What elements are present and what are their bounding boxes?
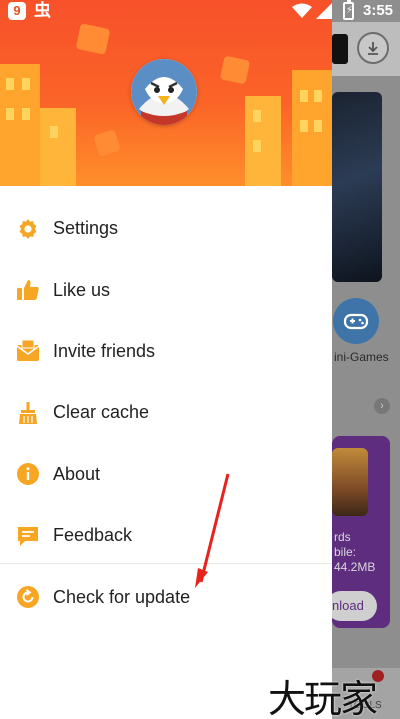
menu-item-label: Clear cache — [53, 402, 150, 423]
thumbs-up-icon — [16, 278, 40, 302]
gear-icon — [16, 217, 40, 241]
battery-icon: ⚡ — [343, 0, 354, 20]
menu-item-label: Like us — [53, 279, 111, 300]
promo-text: rds bile: 44.2MB — [334, 530, 376, 574]
menu-item-check-for-update[interactable]: Check for update — [0, 566, 332, 627]
menu-item-label: Check for update — [53, 586, 191, 607]
menu-divider — [0, 563, 332, 564]
envelope-icon — [16, 339, 40, 363]
menu-item-invite-friends[interactable]: Invite friends — [0, 321, 332, 382]
bug-icon: 虫 — [34, 1, 51, 20]
menu-item-label: Invite friends — [53, 340, 156, 361]
building-decoration — [292, 70, 332, 186]
menu-item-settings[interactable]: Settings — [0, 198, 332, 259]
status-bar: 9 虫 ⚡ 3:55 — [0, 0, 400, 22]
refresh-icon — [16, 585, 40, 609]
menu-item-label: Settings — [53, 218, 119, 239]
app-notification-icon: 9 — [8, 2, 26, 20]
signal-icon — [316, 3, 332, 19]
menu-item-like-us[interactable]: Like us — [0, 259, 332, 320]
chat-icon — [16, 524, 40, 548]
annotation-arrow — [195, 473, 230, 588]
clock: 3:55 — [363, 2, 394, 19]
building-decoration — [0, 64, 40, 186]
chevron-right-icon[interactable]: › — [374, 398, 390, 414]
info-icon — [16, 462, 40, 486]
cart-icon — [219, 55, 251, 85]
navigation-drawer: Settings Like us Invite friends Clear ca… — [0, 0, 332, 719]
wifi-icon — [292, 3, 312, 18]
promo-download-button[interactable]: nload — [326, 591, 377, 621]
building-decoration — [245, 96, 281, 186]
building-decoration — [40, 108, 76, 186]
promo-game-thumbnail — [332, 448, 368, 516]
menu-item-clear-cache[interactable]: Clear cache — [0, 382, 332, 443]
drawer-header — [0, 0, 332, 186]
background-chip — [332, 34, 348, 64]
coin-icon — [93, 129, 121, 157]
avatar[interactable] — [131, 59, 197, 125]
watermark-logo: 大玩家 — [268, 677, 378, 719]
menu-item-feedback[interactable]: Feedback — [0, 505, 332, 566]
menu-item-label: Feedback — [53, 525, 133, 546]
broom-icon — [16, 401, 40, 425]
featured-banner[interactable] — [332, 92, 382, 282]
menu-item-about[interactable]: About — [0, 444, 332, 505]
download-icon[interactable] — [357, 32, 389, 64]
menu-item-label: About — [53, 463, 101, 484]
mini-games-label: ini-Games — [334, 350, 389, 364]
gamepad-icon — [75, 23, 111, 55]
gamepad-icon[interactable] — [333, 298, 379, 344]
